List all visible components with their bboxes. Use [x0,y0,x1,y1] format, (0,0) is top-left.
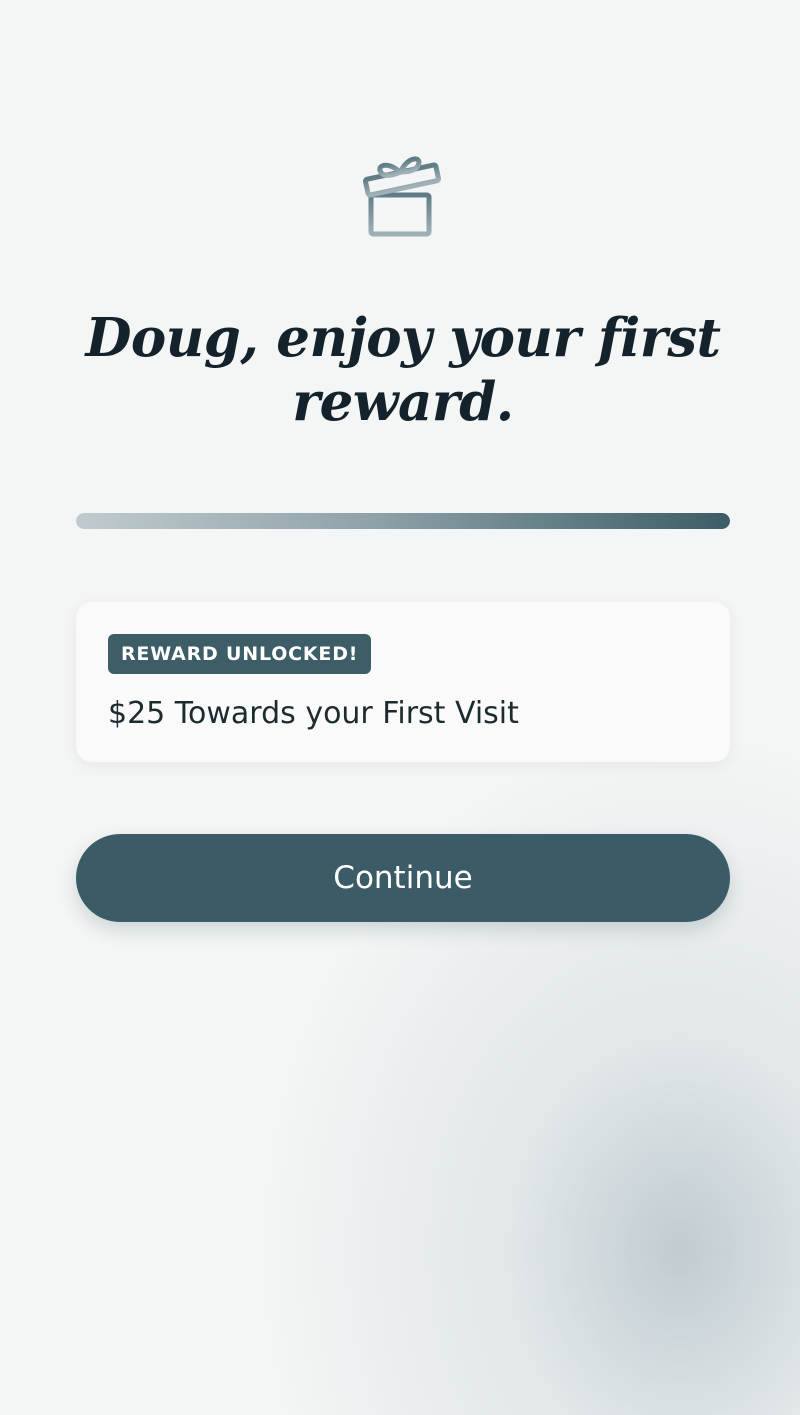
reward-screen: Doug, enjoy your first reward. REWARD UN… [0,0,800,1415]
progress-bar [76,513,730,529]
reward-card: REWARD UNLOCKED! $25 Towards your First … [76,602,730,762]
reward-unlocked-badge: REWARD UNLOCKED! [108,634,372,674]
gift-icon [360,142,444,242]
reward-description: $25 Towards your First Visit [108,696,519,731]
progress-bar-fill [76,513,730,529]
page-title: Doug, enjoy your first reward. [85,307,721,433]
continue-button[interactable]: Continue [76,834,730,922]
